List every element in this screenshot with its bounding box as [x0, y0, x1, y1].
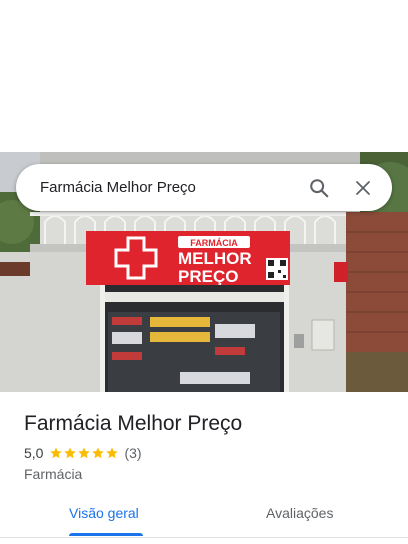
sign-top-text: FARMÁCIA	[190, 238, 238, 248]
close-icon[interactable]	[348, 173, 378, 203]
place-title: Farmácia Melhor Preço	[24, 412, 243, 435]
place-info-panel: Farmácia Melhor Preço 5,0 (3) Farmácia V…	[0, 392, 408, 544]
top-blank-area	[0, 0, 408, 152]
active-tab-indicator	[69, 533, 143, 536]
search-input[interactable]: Farmácia Melhor Preço	[40, 179, 290, 196]
star-icon	[78, 447, 91, 459]
star-icon	[50, 447, 63, 459]
rating-value: 5,0	[24, 445, 44, 461]
sign-line1-text: MELHOR	[178, 249, 252, 268]
search-bar[interactable]: Farmácia Melhor Preço	[16, 164, 392, 211]
sign-line2-text: PREÇO	[178, 267, 238, 286]
search-icon[interactable]	[304, 173, 334, 203]
star-icon	[106, 447, 119, 459]
tab-reviews[interactable]: Avaliações	[266, 505, 333, 521]
tab-overview[interactable]: Visão geral	[69, 505, 139, 521]
rating-row[interactable]: 5,0 (3)	[24, 445, 142, 461]
tab-bar: Visão geral Avaliações	[0, 492, 408, 538]
star-icon	[64, 447, 77, 459]
review-count[interactable]: (3)	[124, 445, 141, 461]
star-icon	[92, 447, 105, 459]
place-category[interactable]: Farmácia	[24, 466, 82, 482]
rating-stars	[49, 446, 119, 460]
